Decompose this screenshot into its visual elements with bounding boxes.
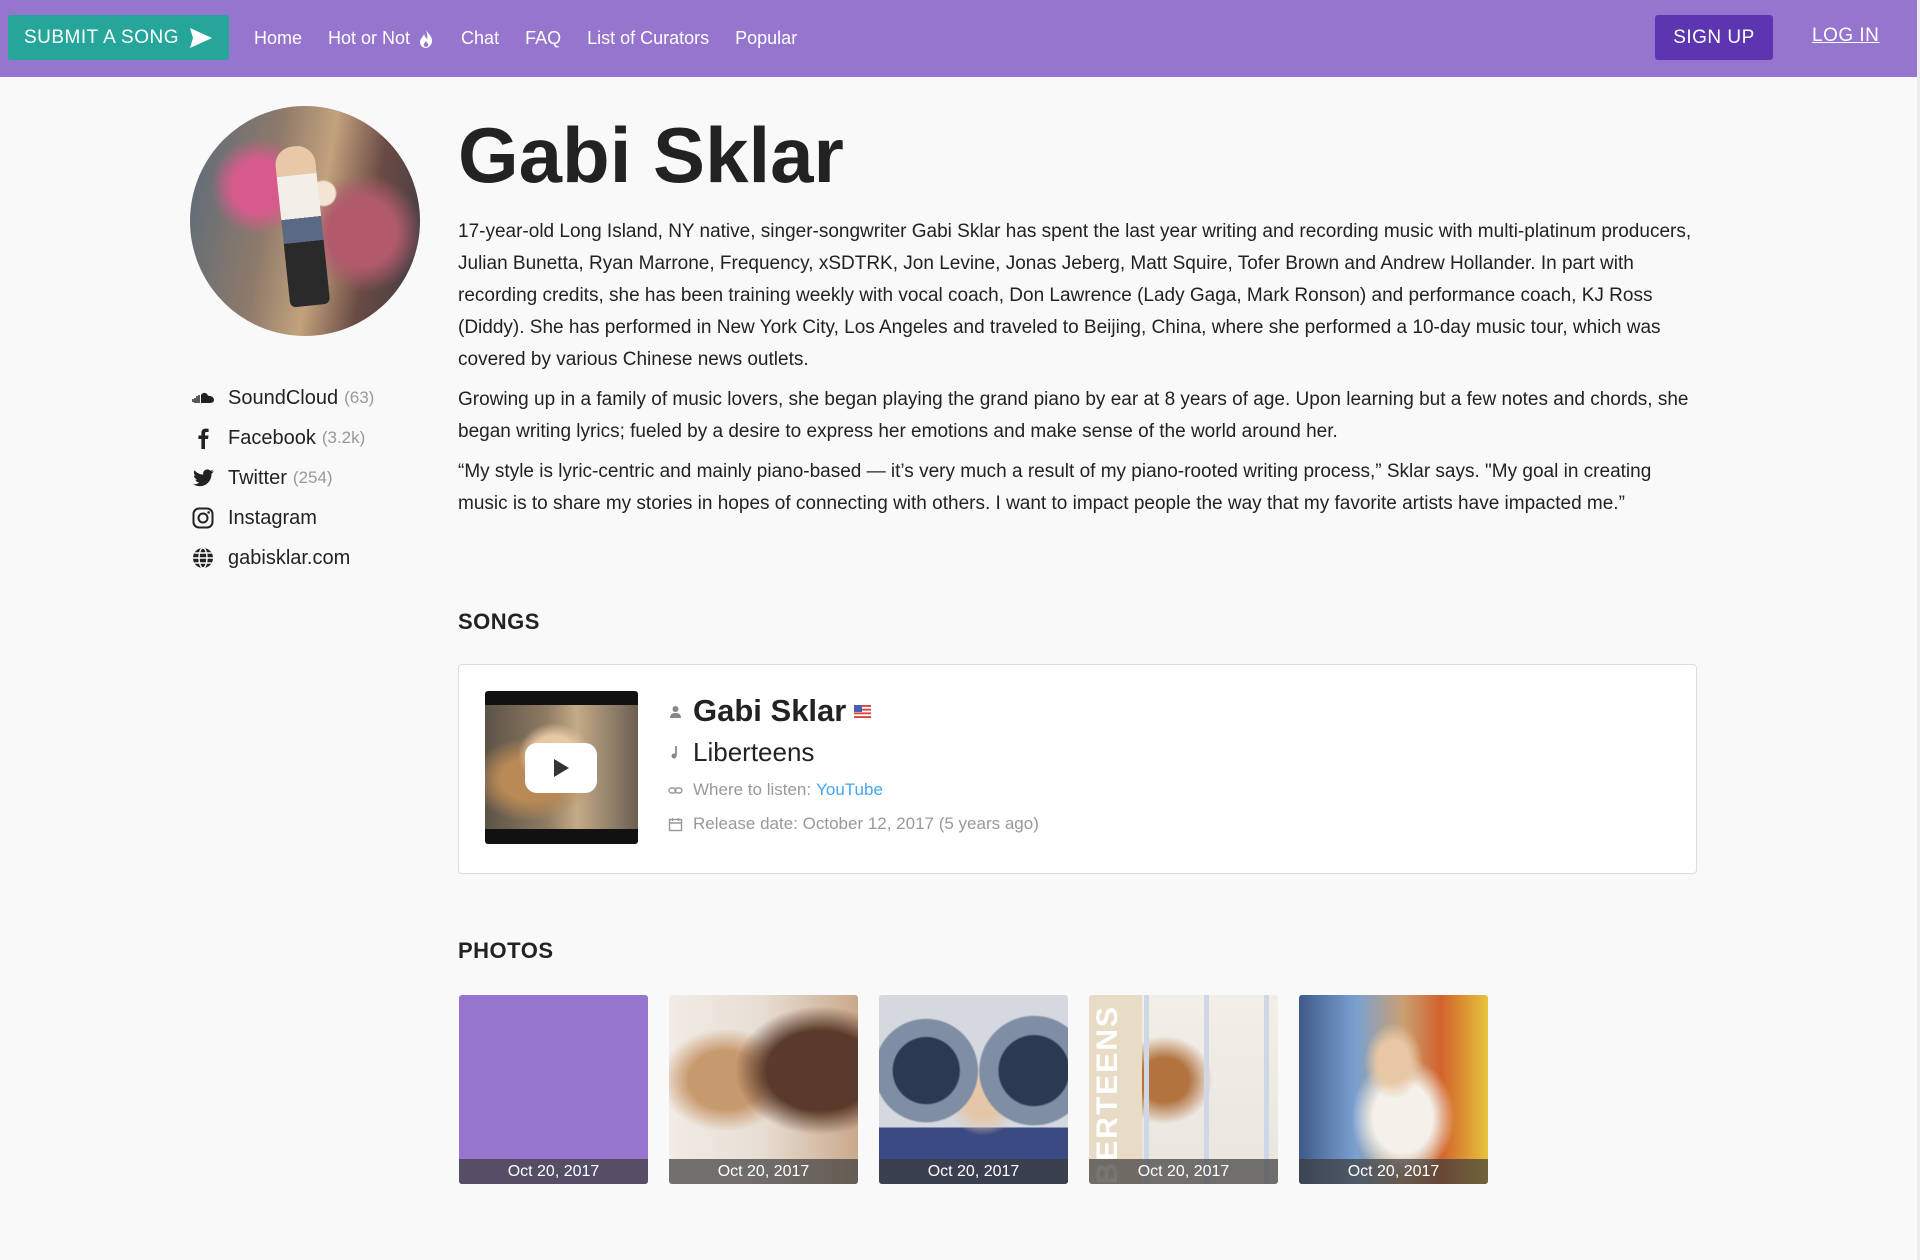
fire-icon (420, 29, 433, 48)
artist-bio: 17-year-old Long Island, NY native, sing… (458, 216, 1698, 520)
calendar-icon (667, 816, 683, 832)
sign-up-button[interactable]: SIGN UP (1655, 15, 1773, 60)
us-flag-icon (854, 704, 872, 718)
top-navbar: SUBMIT A SONG Home Hot or Not Chat FAQ L… (0, 0, 1920, 77)
music-note-icon (667, 744, 683, 760)
song-release-row: Release date: October 12, 2017 (5 years … (667, 807, 1039, 841)
nav-chat[interactable]: Chat (461, 28, 499, 49)
photo-thumbnail[interactable]: Oct 20, 2017 (1299, 995, 1488, 1184)
listen-label: Where to listen: (693, 780, 812, 799)
bio-paragraph: 17-year-old Long Island, NY native, sing… (458, 221, 1692, 370)
globe-icon (190, 545, 216, 571)
nav-links: Home Hot or Not Chat FAQ List of Curator… (254, 0, 823, 77)
photo-date: Oct 20, 2017 (1089, 1159, 1278, 1184)
play-button[interactable] (525, 743, 597, 793)
artist-main: Gabi Sklar 17-year-old Long Island, NY n… (458, 112, 1698, 528)
nav-popular[interactable]: Popular (735, 28, 797, 49)
nav-hot-or-not[interactable]: Hot or Not (328, 28, 435, 49)
nav-faq[interactable]: FAQ (525, 28, 561, 49)
song-title-row: Liberteens (667, 731, 1039, 773)
soundcloud-icon (190, 385, 216, 411)
nav-home[interactable]: Home (254, 28, 302, 49)
photo-thumbnail[interactable]: Oct 20, 2017 (459, 995, 648, 1184)
song-artist-row: Gabi Sklar (667, 691, 1039, 731)
nav-list-of-curators[interactable]: List of Curators (587, 28, 709, 49)
bio-paragraph: “My style is lyric-centric and mainly pi… (458, 461, 1652, 514)
artist-name: Gabi Sklar (458, 111, 844, 199)
photo-date: Oct 20, 2017 (669, 1159, 858, 1184)
photo-date: Oct 20, 2017 (1299, 1159, 1488, 1184)
photo-date: Oct 20, 2017 (879, 1159, 1068, 1184)
play-icon (554, 759, 569, 777)
photo-overlay-text: LIBERTEENS (1091, 1005, 1124, 1184)
social-links: SoundCloud (63) Facebook (3.2k) Twitter … (190, 378, 374, 578)
songs-heading: SONGS (458, 609, 540, 634)
social-soundcloud[interactable]: SoundCloud (63) (190, 378, 374, 418)
social-label: Instagram (228, 506, 317, 529)
social-count: (3.2k) (321, 428, 366, 447)
photos-heading: PHOTOS (458, 938, 554, 963)
instagram-icon (190, 505, 216, 531)
social-instagram[interactable]: Instagram (190, 498, 374, 538)
song-listen-row: Where to listen: YouTube (667, 773, 1039, 807)
link-icon (667, 782, 683, 798)
social-label: Twitter (228, 466, 287, 489)
photo-date: Oct 20, 2017 (459, 1159, 648, 1184)
social-twitter[interactable]: Twitter (254) (190, 458, 374, 498)
release-date: Release date: October 12, 2017 (5 years … (693, 814, 1039, 833)
youtube-link[interactable]: YouTube (816, 780, 883, 800)
photo-thumbnail[interactable]: Oct 20, 2017 (669, 995, 858, 1184)
song-video-thumbnail[interactable] (485, 691, 638, 844)
social-count: (63) (344, 388, 375, 407)
photo-gallery: Oct 20, 2017 Oct 20, 2017 Oct 20, 2017 L… (459, 995, 1488, 1184)
photo-thumbnail[interactable]: Oct 20, 2017 (879, 995, 1068, 1184)
log-in-link[interactable]: LOG IN (1812, 25, 1879, 47)
facebook-icon (190, 425, 216, 451)
song-title[interactable]: Liberteens (693, 737, 814, 768)
social-label: gabisklar.com (228, 546, 351, 569)
social-website[interactable]: gabisklar.com (190, 538, 374, 578)
bio-paragraph: Growing up in a family of music lovers, … (458, 389, 1689, 442)
social-label: SoundCloud (228, 386, 339, 409)
song-info: Gabi Sklar Liberteens Where to listen: Y… (667, 691, 1039, 841)
artist-avatar (190, 106, 420, 336)
photo-thumbnail[interactable]: LIBERTEENS Oct 20, 2017 (1089, 995, 1278, 1184)
social-label: Facebook (228, 426, 316, 449)
song-artist-name[interactable]: Gabi Sklar (693, 693, 846, 729)
social-facebook[interactable]: Facebook (3.2k) (190, 418, 374, 458)
send-icon (190, 27, 213, 48)
submit-label: SUBMIT A SONG (23, 26, 180, 48)
song-card: Gabi Sklar Liberteens Where to listen: Y… (458, 664, 1697, 874)
nav-hot-or-not-label: Hot or Not (328, 28, 411, 48)
person-icon (667, 703, 683, 719)
twitter-icon (190, 465, 216, 491)
social-count: (254) (292, 468, 333, 487)
submit-song-button[interactable]: SUBMIT A SONG (8, 15, 229, 60)
